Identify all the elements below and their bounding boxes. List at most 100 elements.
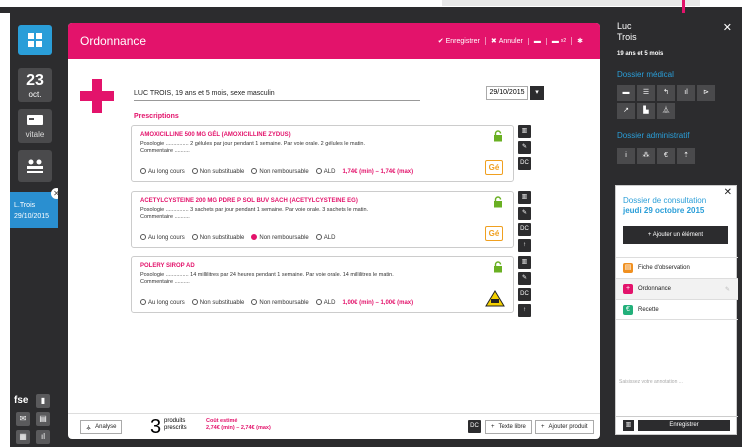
back-arrow-icon[interactable]: ↰	[657, 85, 675, 101]
trash-icon[interactable]: ▥	[518, 256, 531, 269]
euro-icon: €	[623, 304, 633, 315]
plus-icon: +	[491, 424, 495, 430]
option-3[interactable]: ALD	[315, 234, 335, 241]
file-icon[interactable]: ▙	[637, 103, 655, 119]
radio-icon	[140, 234, 146, 240]
printer-icon: ▬	[533, 37, 541, 45]
option-3[interactable]: ALD	[315, 168, 336, 175]
product-count: 3	[150, 416, 162, 438]
print-double-button[interactable]: ▬ x2	[545, 37, 571, 45]
pencil-icon[interactable]: ✎	[518, 141, 531, 154]
prescription-card[interactable]: AMOXICILLINE 500 mg gél (AMOXICILLINE ZY…	[131, 125, 514, 182]
consultation-item[interactable]: ▤ Fiche d'observation	[616, 257, 738, 278]
add-element-label: Ajouter un élément	[652, 232, 704, 238]
printer-icon[interactable]: ▬	[617, 85, 635, 101]
analyse-button[interactable]: ⚶ Analyse	[80, 420, 123, 434]
medical-actions: ▬ ☰ ↰ ıl ⊳ ↗ ▙ ⏅	[617, 85, 715, 119]
info-icon[interactable]: i	[617, 148, 635, 164]
dosage: Posologie ............... 14 millilitres…	[140, 272, 394, 278]
tag-icon[interactable]: ⊳	[697, 85, 715, 101]
radio-icon	[191, 168, 198, 174]
consultation-item[interactable]: + Ordonnance ✎	[616, 278, 738, 299]
settings-button[interactable]: ✱	[571, 37, 588, 45]
battery-icon[interactable]: ▮	[36, 394, 50, 408]
consultation-panel: ✕ Dossier de consultation jeudi 29 octobr…	[615, 185, 738, 435]
consultation-heading: Dossier de consultation	[623, 196, 707, 205]
consultation-item[interactable]: € Recette	[616, 299, 738, 320]
patient-tab[interactable]: L.Trois 29/10/2015 ✕	[10, 188, 62, 228]
document-icon[interactable]: ▤	[36, 412, 50, 426]
dose-icon[interactable]: ⏅	[657, 103, 675, 119]
date-day: 23	[26, 72, 44, 89]
add-element-button[interactable]: + Ajouter un élément	[623, 226, 728, 244]
panel-footer: ⚶ Analyse 3 produits prescrits Coût estimé…	[68, 413, 600, 439]
mail-icon[interactable]: ✉	[16, 412, 30, 426]
stats-icon[interactable]: ıl	[36, 430, 50, 444]
cancel-label: Annuler	[498, 37, 523, 45]
close-consultation-icon[interactable]: ✕	[724, 187, 732, 198]
option-0[interactable]: Au long cours	[140, 168, 185, 175]
syringe-icon[interactable]: ↗	[617, 103, 635, 119]
dc-button[interactable]: DC	[518, 223, 531, 236]
pencil-icon[interactable]: ✎	[518, 272, 531, 285]
cancel-button[interactable]: ✖ Annuler	[484, 37, 528, 45]
option-0[interactable]: Au long cours	[140, 299, 185, 306]
list-icon[interactable]: ☰	[637, 85, 655, 101]
print-button[interactable]: ▬	[527, 37, 546, 45]
move-up-icon[interactable]: ↑	[518, 239, 531, 252]
option-0[interactable]: Au long cours	[140, 234, 185, 241]
analyse-label: Analyse	[95, 424, 117, 430]
radio-icon	[315, 168, 322, 174]
left-sidebar: 23 oct. vitale L.Trois 29/10/2015 ✕ fse …	[10, 13, 62, 447]
pencil-icon[interactable]: ✎	[518, 207, 531, 220]
upload-icon[interactable]: ⇡	[677, 148, 695, 164]
trash-icon[interactable]: ▥	[518, 191, 531, 204]
trash-icon[interactable]: ▥	[518, 125, 531, 138]
patient-age: 19 ans et 5 mois	[617, 51, 664, 57]
close-sidebar-icon[interactable]: ✕	[723, 21, 732, 34]
free-text-button[interactable]: + Texte libre	[485, 420, 532, 434]
radio-icon	[251, 168, 258, 174]
dc-button[interactable]: DC	[518, 157, 531, 170]
home-grid-button[interactable]	[18, 25, 52, 55]
patients-button[interactable]	[18, 150, 52, 182]
cost-value: 2,74€ (min) – 2,74€ (max)	[206, 425, 271, 431]
pencil-icon[interactable]: ✎	[725, 286, 730, 293]
lock-icon[interactable]	[493, 130, 503, 142]
date-tile[interactable]: 23 oct.	[18, 68, 52, 102]
prescription-card[interactable]: POLERY sirop ad Posologie ..............…	[131, 256, 514, 313]
annotation-input[interactable]: Saisissez votre annotation ...	[619, 379, 683, 385]
generic-badge: Gé	[485, 226, 503, 241]
radio-icon	[191, 234, 198, 240]
medical-cross-logo	[80, 79, 114, 113]
dc-footer-button[interactable]: DC	[468, 420, 481, 433]
save-button[interactable]: ✔ Enregistrer	[433, 37, 485, 46]
consultation-title: Dossier de consultation jeudi 29 octobre …	[623, 196, 706, 216]
calculator-icon[interactable]: ▦	[16, 430, 30, 444]
option-3[interactable]: ALD	[315, 299, 335, 306]
top-bar	[0, 0, 742, 14]
option-2[interactable]: Non remboursable	[251, 234, 309, 241]
option-1[interactable]: Non substituable	[191, 168, 244, 175]
save-consultation-button[interactable]: Enregistrer	[638, 420, 730, 431]
prescription-card[interactable]: ACETYLCYSTEINE 200 mg pdre p sol buv sac…	[131, 191, 514, 248]
vitale-card-button[interactable]: vitale	[18, 109, 52, 143]
trash-icon[interactable]: ▥	[623, 420, 634, 431]
date-field[interactable]: 29/10/2015	[486, 86, 528, 100]
date-dropdown-button[interactable]: ▾	[530, 86, 544, 100]
prescription-actions: ▥ ✎ DC	[518, 125, 533, 173]
option-1[interactable]: Non substituable	[191, 299, 244, 306]
option-label: ALD	[323, 169, 336, 175]
option-1[interactable]: Non substituable	[191, 234, 244, 241]
lock-icon[interactable]	[493, 196, 503, 208]
option-2[interactable]: Non remboursable	[251, 168, 309, 175]
option-2[interactable]: Non remboursable	[251, 299, 309, 306]
lock-icon[interactable]	[493, 261, 503, 273]
fse-button[interactable]: fse	[14, 395, 28, 406]
family-icon[interactable]: ⁂	[637, 148, 655, 164]
add-product-button[interactable]: + Ajouter produit	[535, 420, 594, 434]
move-up-icon[interactable]: ↑	[518, 304, 531, 317]
dc-button[interactable]: DC	[518, 288, 531, 301]
bar-chart-icon[interactable]: ıl	[677, 85, 695, 101]
euro-icon[interactable]: €	[657, 148, 675, 164]
